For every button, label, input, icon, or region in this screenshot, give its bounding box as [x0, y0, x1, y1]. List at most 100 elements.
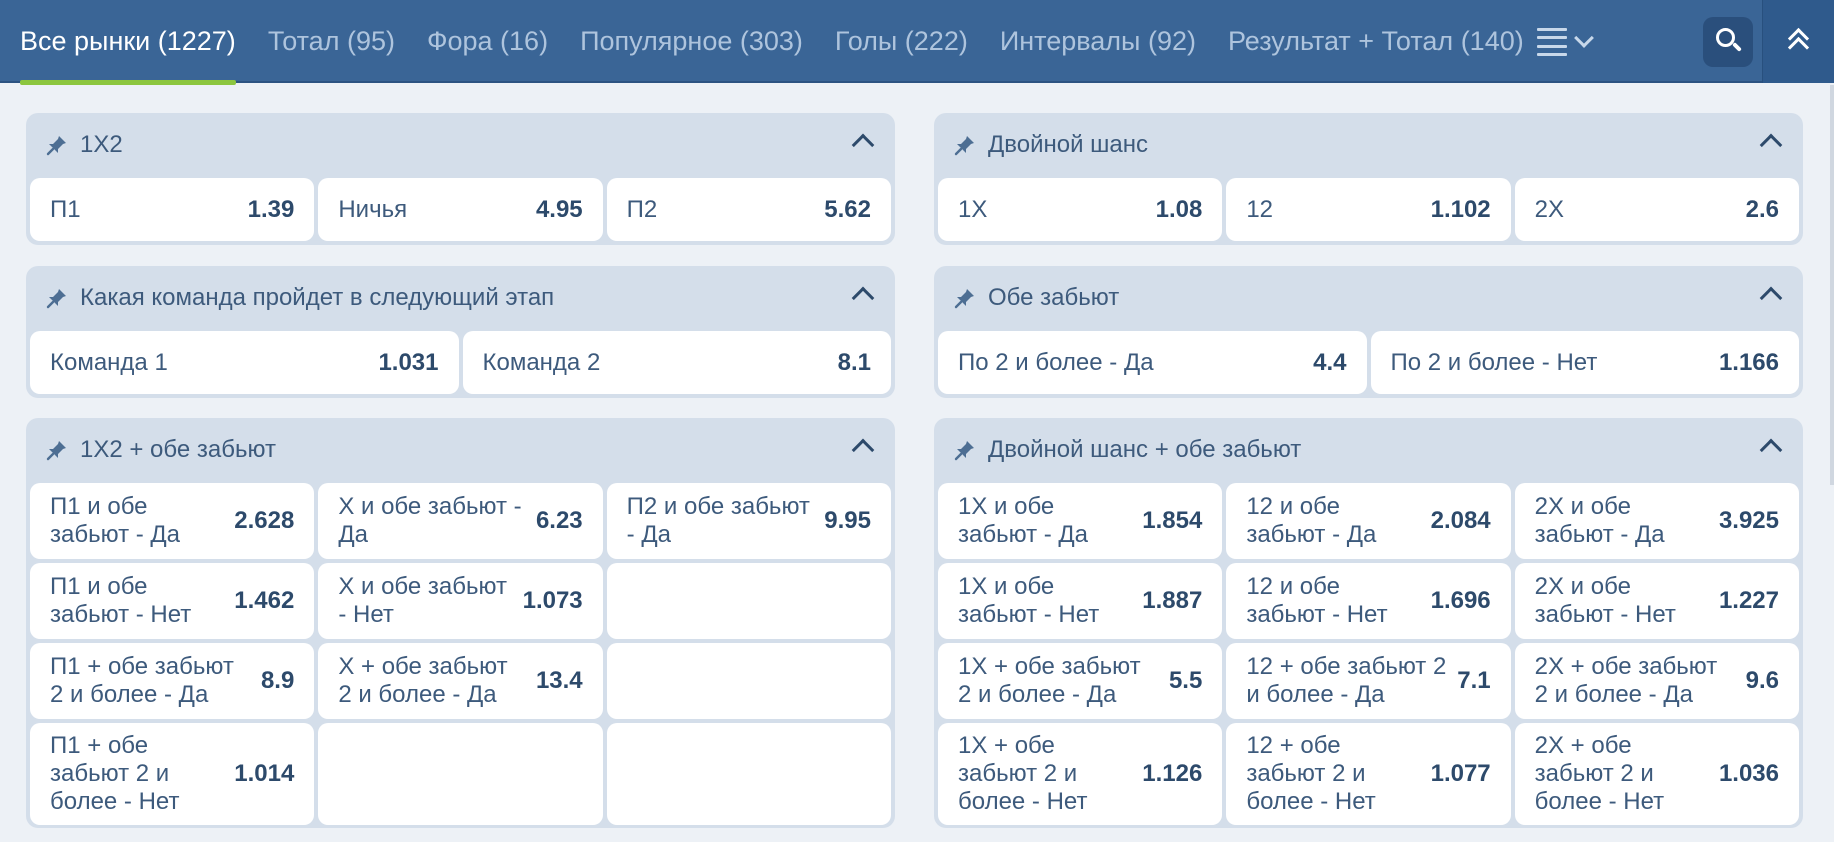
odds-value: 6.23	[535, 507, 583, 534]
chevron-up-icon[interactable]	[1759, 438, 1783, 462]
market-group-title: 1X2	[80, 130, 123, 158]
odds-button[interactable]: Ничья 4.95	[318, 178, 603, 241]
odds-value: 1.014	[234, 760, 295, 787]
odds-button[interactable]: 1Х + обе забьют 2 и более - Да 5.5	[938, 643, 1223, 719]
odds-value: 4.4	[1313, 348, 1347, 376]
odds-button[interactable]: 12 и обе забьют - Нет 1.696	[1226, 563, 1511, 639]
market-group-header[interactable]: 1X2 + обе забьют	[26, 418, 895, 481]
odds-value: 1.696	[1430, 587, 1491, 614]
pin-icon[interactable]	[954, 287, 976, 309]
odds-button[interactable]: Х + обе забьют 2 и более - Да 13.4	[318, 643, 603, 719]
odds-button[interactable]: Х и обе забьют - Да 6.23	[318, 483, 603, 559]
chevron-up-icon[interactable]	[1759, 133, 1783, 157]
odds-button[interactable]: Команда 2 8.1	[462, 331, 891, 394]
odds-button[interactable]: 12 1.102	[1226, 178, 1511, 241]
odds-button[interactable]: 1Х 1.08	[938, 178, 1223, 241]
odds-button[interactable]: 12 + обе забьют 2 и более - Да 7.1	[1226, 643, 1511, 719]
odds-grid: Команда 1 1.031 Команда 2 8.1	[30, 331, 891, 394]
odds-grid: 1Х 1.08 12 1.102 2Х 2.6	[938, 178, 1799, 241]
odds-button[interactable]: П1 и обе забьют - Нет 1.462	[30, 563, 315, 639]
odds-button[interactable]: 12 и обе забьют - Да 2.084	[1226, 483, 1511, 559]
odds-button[interactable]: 2Х и обе забьют - Да 3.925	[1514, 483, 1799, 559]
chevron-up-icon[interactable]	[851, 438, 875, 462]
odds-button[interactable]: 2Х и обе забьют - Нет 1.227	[1514, 563, 1799, 639]
odds-value: 8.9	[260, 667, 295, 694]
market-tabs: Все рынки (1227) Тотал (95) Фора (16) По…	[0, 0, 1536, 85]
tab-all-markets[interactable]: Все рынки (1227)	[0, 0, 236, 85]
market-group-next-stage: Какая команда пройдет в следующий этап К…	[26, 266, 895, 398]
odds-value: 8.1	[837, 348, 871, 376]
odds-value: 1.227	[1718, 587, 1779, 614]
tab-goals[interactable]: Голы (222)	[815, 0, 968, 83]
odds-value: 5.5	[1168, 667, 1203, 694]
more-markets-menu-button[interactable]	[1537, 22, 1601, 62]
tab-total[interactable]: Тотал (95)	[248, 0, 395, 83]
odds-button[interactable]: 2Х + обе забьют 2 и более - Нет 1.036	[1514, 723, 1799, 825]
odds-value: 1.887	[1142, 587, 1203, 614]
page-scrollbar[interactable]	[1830, 85, 1834, 485]
odds-value: 9.6	[1745, 667, 1779, 694]
odds-value: 7.1	[1457, 667, 1491, 694]
odds-value: 2.6	[1745, 195, 1779, 223]
odds-button[interactable]: П1 и обе забьют - Да 2.628	[30, 483, 315, 559]
tab-popular[interactable]: Популярное (303)	[560, 0, 803, 83]
odds-button[interactable]: 1Х + обе забьют 2 и более - Нет 1.126	[938, 723, 1223, 825]
tab-result-total[interactable]: Результат + Тотал (140)	[1208, 0, 1524, 83]
odds-value: 1.08	[1155, 195, 1203, 223]
odds-value: 1.462	[234, 587, 295, 614]
pin-icon[interactable]	[954, 134, 976, 156]
odds-button[interactable]: 1Х и обе забьют - Да 1.854	[938, 483, 1223, 559]
odds-value: 13.4	[535, 667, 583, 694]
market-group-1x2: 1X2 П1 1.39 Ничья 4.95 П2 5.62	[26, 113, 895, 245]
tab-handicap[interactable]: Фора (16)	[407, 0, 548, 83]
market-group-header[interactable]: Двойной шанс + обе забьют	[934, 418, 1803, 481]
odds-button[interactable]: Х и обе забьют - Нет 1.073	[318, 563, 603, 639]
search-button[interactable]	[1703, 17, 1753, 67]
tab-intervals[interactable]: Интервалы (92)	[980, 0, 1196, 83]
odds-button[interactable]: Команда 1 1.031	[30, 331, 459, 394]
odds-button[interactable]: 12 + обе забьют 2 и более - Нет 1.077	[1226, 723, 1511, 825]
market-group-title: Двойной шанс	[988, 130, 1149, 158]
markets-nav-bar: Все рынки (1227) Тотал (95) Фора (16) По…	[0, 0, 1834, 85]
market-group-both-score: Обе забьют По 2 и более - Да 4.4 По 2 и б…	[934, 266, 1803, 398]
pin-icon[interactable]	[46, 134, 68, 156]
market-group-header[interactable]: 1X2	[26, 113, 895, 176]
odds-grid: 1Х и обе забьют - Да 1.854 12 и обе забью…	[938, 483, 1799, 825]
market-group-header[interactable]: Двойной шанс	[934, 113, 1803, 176]
market-group-header[interactable]: Какая команда пройдет в следующий этап	[26, 266, 895, 329]
odds-button[interactable]: По 2 и более - Да 4.4	[938, 331, 1367, 394]
empty-odds-cell	[318, 723, 603, 825]
chevron-up-icon[interactable]	[851, 286, 875, 310]
odds-grid: По 2 и более - Да 4.4 По 2 и более - Нет 1…	[938, 331, 1799, 394]
chevron-up-icon[interactable]	[851, 133, 875, 157]
odds-value: 1.126	[1142, 760, 1203, 787]
odds-button[interactable]: П1 + обе забьют 2 и более - Нет 1.014	[30, 723, 315, 825]
market-group-title: 1X2 + обе забьют	[80, 435, 276, 463]
odds-button[interactable]: 2Х 2.6	[1514, 178, 1799, 241]
odds-button[interactable]: П2 и обе забьют - Да 9.95	[606, 483, 891, 559]
odds-grid: П1 и обе забьют - Да 2.628 Х и обе забьют…	[30, 483, 891, 825]
odds-button[interactable]: П1 1.39	[30, 178, 315, 241]
market-group-1x2-both-score: 1X2 + обе забьют П1 и обе забьют - Да 2.6…	[26, 418, 895, 828]
empty-odds-cell	[606, 563, 891, 639]
menu-icon	[1537, 28, 1567, 56]
pin-icon[interactable]	[46, 439, 68, 461]
odds-button[interactable]: 2Х + обе забьют 2 и более - Да 9.6	[1514, 643, 1799, 719]
market-group-header[interactable]: Обе забьют	[934, 266, 1803, 329]
odds-value: 1.39	[247, 195, 295, 223]
chevron-up-icon[interactable]	[1759, 286, 1783, 310]
odds-button[interactable]: По 2 и более - Нет 1.166	[1370, 331, 1799, 394]
odds-button[interactable]: 1Х и обе забьют - Нет 1.887	[938, 563, 1223, 639]
market-group-title: Какая команда пройдет в следующий этап	[80, 283, 555, 311]
odds-button[interactable]: П2 5.62	[606, 178, 891, 241]
odds-value: 2.628	[234, 507, 295, 534]
odds-value: 9.95	[824, 507, 871, 534]
odds-button[interactable]: П1 + обе забьют 2 и более - Да 8.9	[30, 643, 315, 719]
pin-icon[interactable]	[46, 287, 68, 309]
pin-icon[interactable]	[954, 439, 976, 461]
market-group-title: Двойной шанс + обе забьют	[988, 435, 1302, 463]
odds-value: 2.084	[1430, 507, 1491, 534]
odds-value: 1.077	[1430, 760, 1491, 787]
collapse-all-button[interactable]	[1762, 0, 1834, 83]
empty-odds-cell	[606, 643, 891, 719]
